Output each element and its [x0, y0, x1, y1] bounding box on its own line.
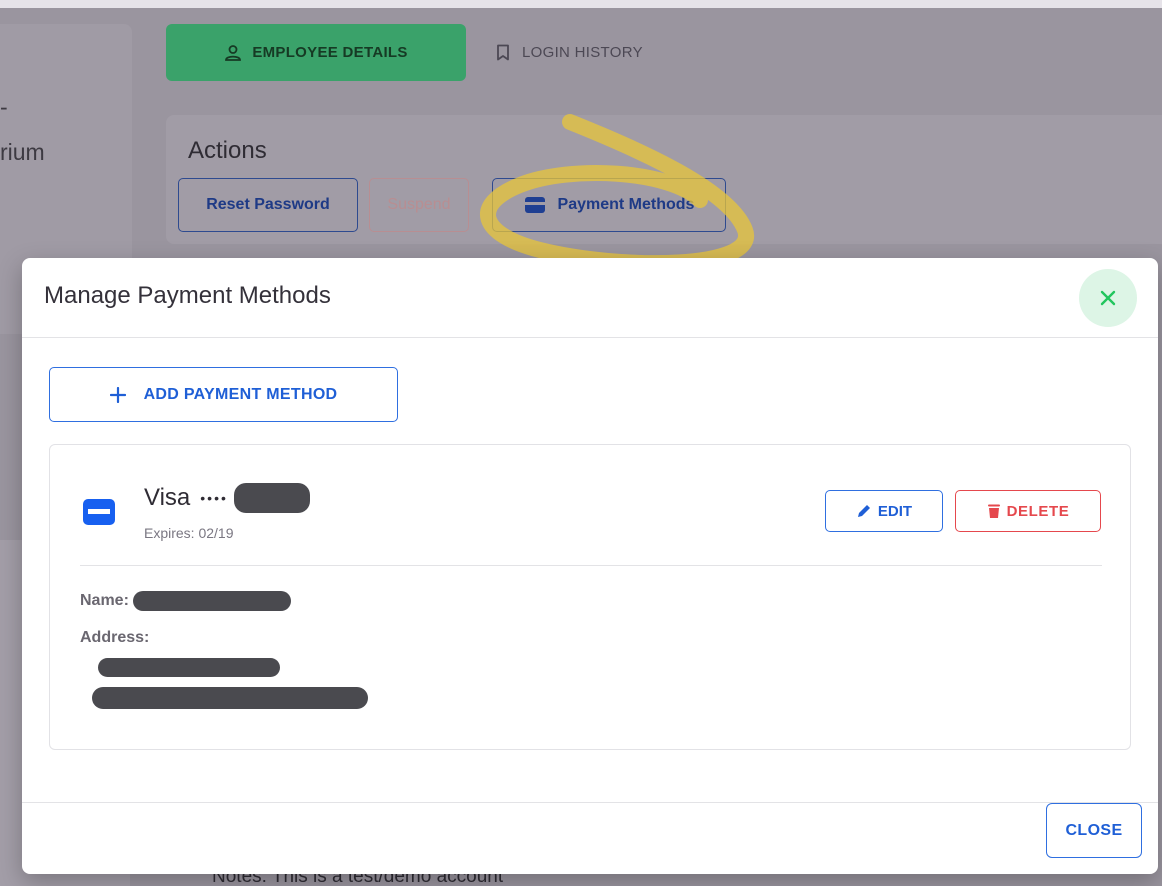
modal-close-button[interactable] [1079, 269, 1137, 327]
delete-button[interactable]: DELETE [955, 490, 1101, 532]
card-divider [80, 565, 1102, 566]
credit-card-icon [524, 197, 545, 213]
card-brand: Visa •••• [144, 483, 310, 513]
app-screen: - rium EMPLOYEE DETAILS LOGIN HISTORY Ac… [0, 0, 1162, 886]
close-button[interactable]: CLOSE [1046, 803, 1142, 858]
summary-fragment: rium [0, 139, 45, 165]
bookmark-icon [497, 44, 509, 61]
redacted-address-line [98, 658, 280, 677]
actions-card: Actions Reset Password Suspend Payment M… [166, 115, 1162, 244]
trash-icon [987, 504, 1000, 518]
tab-label: EMPLOYEE DETAILS [252, 44, 408, 61]
payment-methods-label: Payment Methods [557, 196, 695, 213]
card-expiry: Expires: 02/19 [144, 525, 234, 541]
payment-methods-modal: Manage Payment Methods ADD PAYMENT METHO… [22, 258, 1158, 874]
suspend-button[interactable]: Suspend [369, 178, 469, 232]
person-icon [225, 44, 242, 61]
reset-password-button[interactable]: Reset Password [178, 178, 358, 232]
name-field: Name: [80, 591, 292, 611]
card-mask-dots: •••• [200, 490, 228, 506]
edit-button[interactable]: EDIT [825, 490, 943, 532]
add-payment-method-button[interactable]: ADD PAYMENT METHOD [49, 367, 398, 422]
tab-login-history[interactable]: LOGIN HISTORY [496, 24, 643, 81]
pencil-icon [857, 505, 870, 517]
add-payment-method-label: ADD PAYMENT METHOD [143, 385, 338, 403]
actions-title: Actions [188, 137, 267, 164]
name-label: Name: [80, 592, 129, 610]
top-strip [0, 0, 1162, 8]
summary-fragment: - [0, 94, 8, 120]
tab-label: LOGIN HISTORY [522, 44, 643, 61]
card-brand-label: Visa [144, 484, 191, 511]
modal-header: Manage Payment Methods [22, 258, 1158, 338]
edit-label: EDIT [877, 502, 913, 520]
payment-method-card: Visa •••• Expires: 02/19 EDIT DELETE Nam… [49, 444, 1131, 750]
credit-card-icon [83, 499, 115, 525]
redacted-card-number [233, 483, 310, 513]
address-label: Address: [80, 629, 150, 646]
tab-employee-details[interactable]: EMPLOYEE DETAILS [166, 24, 466, 81]
modal-footer-divider [22, 802, 1158, 803]
redacted-name [133, 591, 292, 611]
plus-icon [109, 386, 126, 403]
redacted-address-line [92, 687, 368, 709]
modal-title: Manage Payment Methods [44, 282, 331, 309]
close-icon [1100, 290, 1116, 306]
payment-methods-button[interactable]: Payment Methods [492, 178, 726, 232]
delete-label: DELETE [1006, 502, 1070, 520]
